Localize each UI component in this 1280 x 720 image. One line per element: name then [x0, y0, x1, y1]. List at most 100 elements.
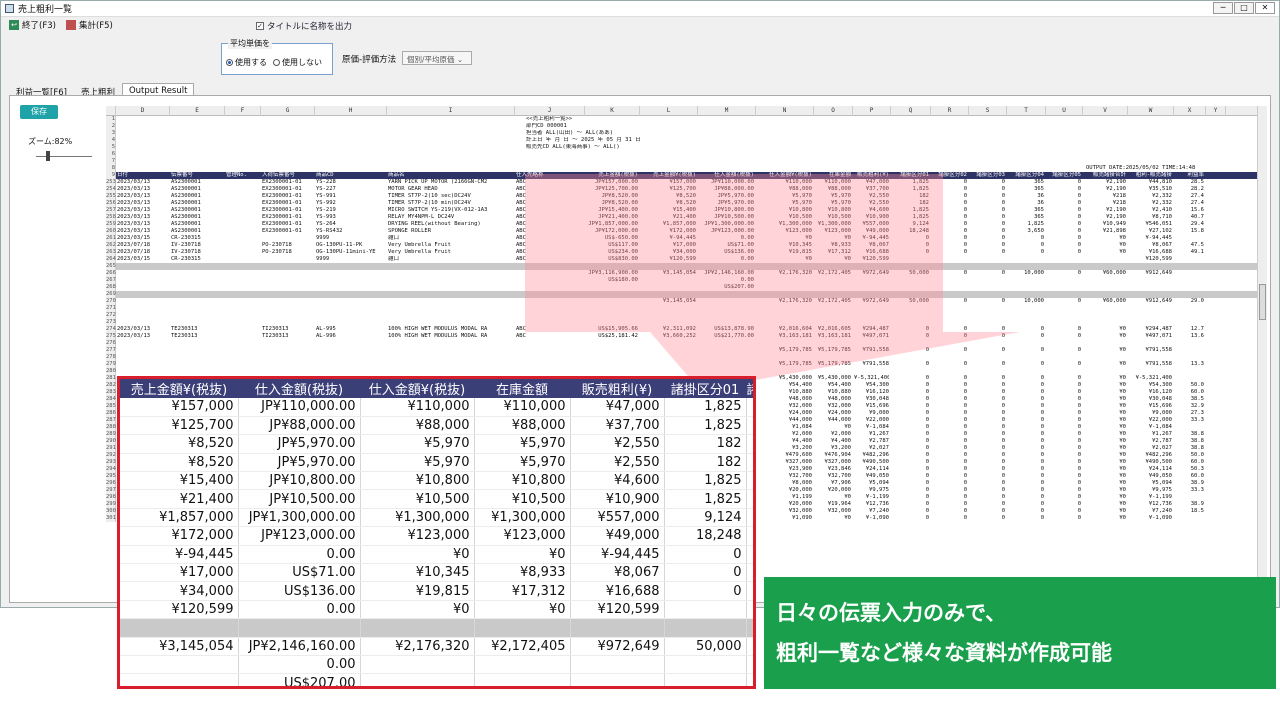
column-header-T[interactable]: T: [1007, 106, 1046, 116]
row-number[interactable]: 271: [106, 305, 116, 312]
column-header-J[interactable]: J: [515, 106, 585, 116]
column-header-V[interactable]: V: [1083, 106, 1128, 116]
row-number[interactable]: 281: [106, 375, 116, 382]
row-number[interactable]: 253: [106, 179, 116, 186]
row-number[interactable]: 6: [106, 151, 116, 158]
column-header-D[interactable]: D: [116, 106, 170, 116]
row-number[interactable]: 270: [106, 298, 116, 305]
row-number[interactable]: 2: [106, 123, 116, 130]
row-number[interactable]: 292: [106, 452, 116, 459]
row-number[interactable]: 3: [106, 130, 116, 137]
row-number[interactable]: 289: [106, 431, 116, 438]
row-number[interactable]: 5: [106, 144, 116, 151]
row-number[interactable]: 293: [106, 459, 116, 466]
close-button[interactable]: ✕: [1255, 2, 1275, 14]
column-header-N[interactable]: N: [756, 106, 814, 116]
column-header-H[interactable]: H: [315, 106, 387, 116]
row-number[interactable]: 272: [106, 312, 116, 319]
row-number[interactable]: 295: [106, 473, 116, 480]
save-button[interactable]: 保存: [20, 105, 58, 119]
column-header-W[interactable]: W: [1128, 106, 1174, 116]
row-number[interactable]: 8: [106, 165, 116, 172]
row-number[interactable]: 4: [106, 137, 116, 144]
row-number[interactable]: 297: [106, 487, 116, 494]
row-number[interactable]: 300: [106, 508, 116, 515]
row-number[interactable]: 269: [106, 291, 116, 298]
sheet-cell: MICRO SWITCH YS-219(VX-012-1A3: [388, 207, 488, 213]
column-header-I[interactable]: I: [387, 106, 515, 116]
row-number[interactable]: 296: [106, 480, 116, 487]
row-number[interactable]: 265: [106, 263, 116, 270]
maximize-button[interactable]: □: [1234, 2, 1254, 14]
row-number[interactable]: 277: [106, 347, 116, 354]
column-header-G[interactable]: G: [261, 106, 315, 116]
column-header-L[interactable]: L: [640, 106, 698, 116]
column-header-U[interactable]: U: [1046, 106, 1083, 116]
row-number[interactable]: 274: [106, 326, 116, 333]
row-number[interactable]: 285: [106, 403, 116, 410]
row-number[interactable]: 262: [106, 242, 116, 249]
row-number[interactable]: 275: [106, 333, 116, 340]
column-header-P[interactable]: P: [853, 106, 891, 116]
row-number[interactable]: 273: [106, 319, 116, 326]
row-number[interactable]: 261: [106, 235, 116, 242]
row-number[interactable]: 259: [106, 221, 116, 228]
minimize-button[interactable]: ─: [1213, 2, 1233, 14]
zoom-cell: ¥8,067: [570, 563, 665, 583]
row-number[interactable]: 9: [106, 172, 116, 179]
row-number[interactable]: 267: [106, 277, 116, 284]
row-number[interactable]: 280: [106, 368, 116, 375]
zoom-slider[interactable]: [36, 150, 92, 162]
row-number[interactable]: 298: [106, 494, 116, 501]
row-number[interactable]: 1: [106, 116, 116, 123]
row-number[interactable]: 284: [106, 396, 116, 403]
row-number[interactable]: 255: [106, 193, 116, 200]
column-header-E[interactable]: E: [170, 106, 225, 116]
row-number[interactable]: 263: [106, 249, 116, 256]
row-number[interactable]: 257: [106, 207, 116, 214]
exit-button[interactable]: ↩ 終了(F3): [9, 19, 56, 31]
zoom-cell: JP¥110,000.00: [238, 398, 361, 417]
slider-thumb[interactable]: [46, 151, 50, 161]
row-number[interactable]: 294: [106, 466, 116, 473]
row-number[interactable]: 260: [106, 228, 116, 235]
row-number[interactable]: 282: [106, 382, 116, 389]
row-number[interactable]: 286: [106, 410, 116, 417]
row-number[interactable]: 299: [106, 501, 116, 508]
row-number[interactable]: 279: [106, 361, 116, 368]
sheet-cell: 0: [1077, 242, 1081, 248]
avg-nouse-radio[interactable]: 使用しない: [273, 57, 322, 68]
row-number[interactable]: 291: [106, 445, 116, 452]
row-number[interactable]: 283: [106, 389, 116, 396]
column-header-F[interactable]: F: [225, 106, 261, 116]
row-number[interactable]: 276: [106, 340, 116, 347]
row-number[interactable]: 301: [106, 515, 116, 522]
column-header-R[interactable]: R: [931, 106, 969, 116]
row-number[interactable]: 264: [106, 256, 116, 263]
cost-method-select[interactable]: 個別/平均原価 ⌄: [402, 51, 472, 65]
column-header-M[interactable]: M: [698, 106, 756, 116]
row-number[interactable]: 7: [106, 158, 116, 165]
vertical-scrollbar[interactable]: [1257, 106, 1267, 578]
sheet-cell: 0: [1001, 186, 1005, 192]
row-number[interactable]: 256: [106, 200, 116, 207]
column-header-Q[interactable]: Q: [891, 106, 931, 116]
row-number[interactable]: 288: [106, 424, 116, 431]
column-header-S[interactable]: S: [969, 106, 1007, 116]
avg-use-radio[interactable]: 使用する: [226, 57, 267, 68]
sum-button[interactable]: 集計(F5): [65, 19, 113, 31]
column-header-X[interactable]: X: [1174, 106, 1206, 116]
row-number[interactable]: 258: [106, 214, 116, 221]
column-header-K[interactable]: K: [585, 106, 640, 116]
sheet-cell: 0: [1001, 298, 1005, 304]
row-number[interactable]: 266: [106, 270, 116, 277]
column-header-O[interactable]: O: [814, 106, 853, 116]
row-number[interactable]: 268: [106, 284, 116, 291]
row-number[interactable]: 290: [106, 438, 116, 445]
row-number[interactable]: 254: [106, 186, 116, 193]
title-option-checkbox[interactable]: ✓ タイトルに名称を出力: [256, 20, 352, 32]
row-number[interactable]: 278: [106, 354, 116, 361]
column-header-Y[interactable]: Y: [1206, 106, 1226, 116]
scrollbar-thumb[interactable]: [1259, 284, 1266, 320]
row-number[interactable]: 287: [106, 417, 116, 424]
